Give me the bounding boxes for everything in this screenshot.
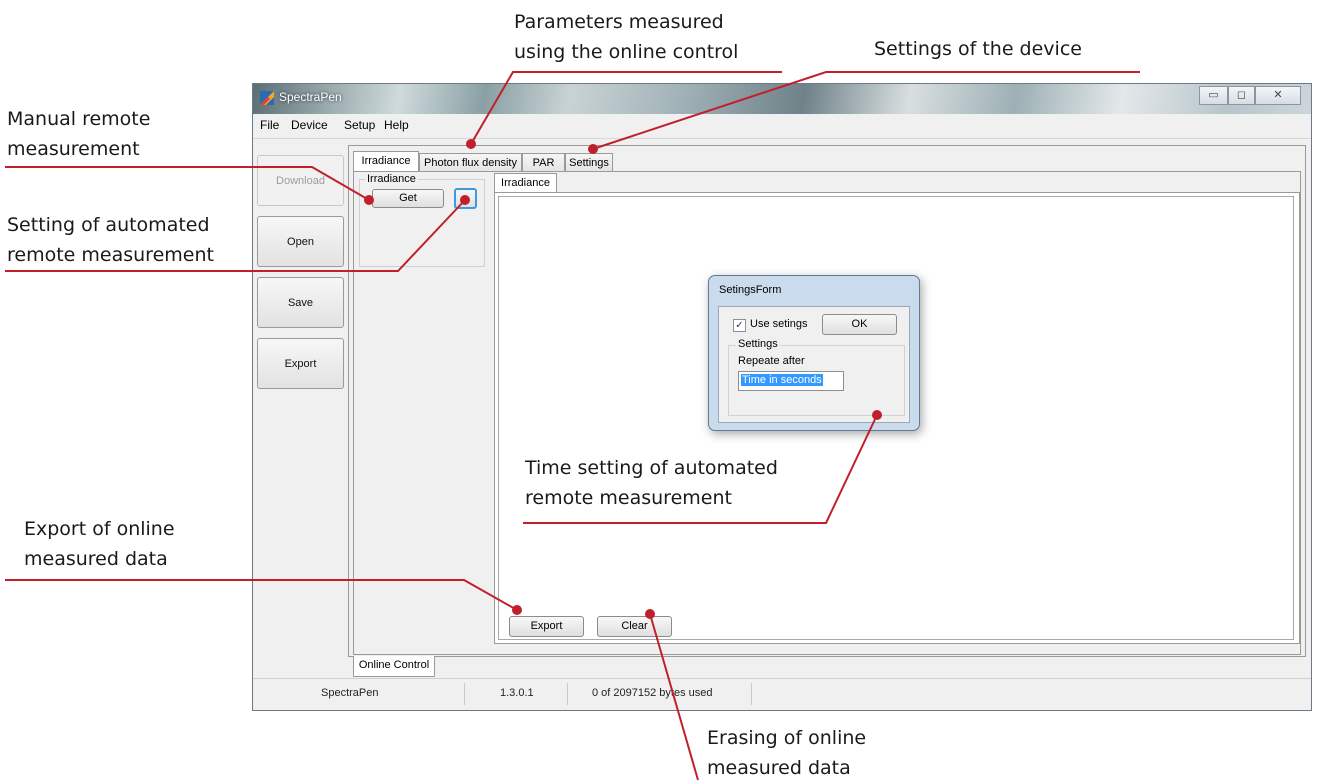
leader-export-dot [512,605,522,615]
leader-automated [5,199,466,272]
leader-manual [5,166,370,201]
leader-export [5,579,518,611]
leader-erasing-dot [645,609,655,619]
leader-time-setting-dot [872,410,882,420]
leader-parameters-dot [466,139,476,149]
leader-automated-dot [460,195,470,205]
leader-parameters [470,71,782,145]
leader-device-settings-dot [588,144,598,154]
leader-device-settings [592,71,1140,150]
leader-erasing [649,613,699,781]
leader-manual-dot [364,195,374,205]
leader-time-setting [523,414,878,524]
annotation-leader-lines [5,71,1140,781]
